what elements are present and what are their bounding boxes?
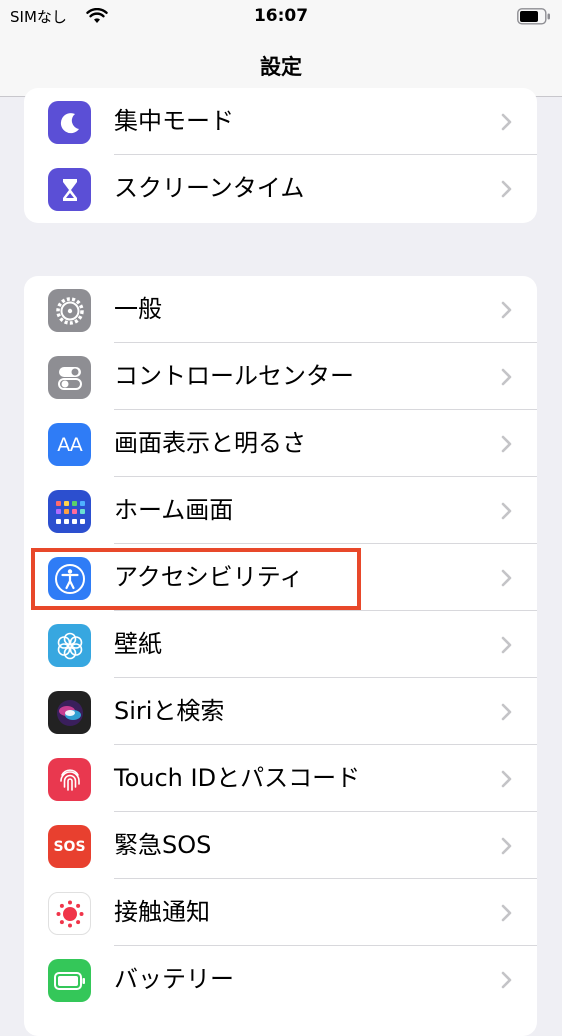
settings-row-label: スクリーンタイム bbox=[114, 174, 305, 202]
settings-row-home-screen[interactable]: ホーム画面 bbox=[24, 477, 537, 544]
toggles-icon bbox=[48, 356, 91, 399]
battery-icon bbox=[517, 8, 550, 25]
settings-row-label: 集中モード bbox=[114, 107, 234, 135]
chevron-right-icon bbox=[501, 113, 512, 131]
settings-group-main: 一般 コントロールセンター AA 画面表示と明るさ ホーム画面 アクセシビリティ… bbox=[24, 276, 537, 1036]
battery-setting-icon bbox=[48, 959, 91, 1002]
settings-row-accessibility[interactable]: アクセシビリティ bbox=[24, 544, 537, 611]
exposure-icon bbox=[48, 892, 91, 935]
settings-row-label: アクセシビリティ bbox=[114, 563, 304, 591]
chevron-right-icon bbox=[501, 971, 512, 989]
settings-row-siri[interactable]: Siriと検索 bbox=[24, 678, 537, 745]
home-grid-icon bbox=[48, 490, 91, 533]
settings-row-general[interactable]: 一般 bbox=[24, 276, 537, 343]
moon-icon bbox=[48, 101, 91, 144]
chevron-right-icon bbox=[501, 301, 512, 319]
settings-row-wallpaper[interactable]: 壁紙 bbox=[24, 611, 537, 678]
chevron-right-icon bbox=[501, 636, 512, 654]
text-size-icon: AA bbox=[48, 423, 91, 466]
page-title: 設定 bbox=[260, 55, 302, 79]
settings-row-label: 接触通知 bbox=[114, 898, 210, 926]
status-bar: SIMなし 16:07 bbox=[0, 0, 562, 34]
sos-icon: SOS bbox=[48, 825, 91, 868]
clock: 16:07 bbox=[253, 6, 309, 26]
chevron-right-icon bbox=[501, 703, 512, 721]
settings-row-control-center[interactable]: コントロールセンター bbox=[24, 343, 537, 410]
settings-row-label: コントロールセンター bbox=[114, 362, 354, 390]
accessibility-icon bbox=[48, 557, 91, 600]
settings-row-exposure[interactable]: 接触通知 bbox=[24, 879, 537, 946]
settings-row-focus[interactable]: 集中モード bbox=[24, 88, 537, 155]
hourglass-icon bbox=[48, 168, 91, 211]
chevron-right-icon bbox=[501, 837, 512, 855]
settings-row-label: Siriと検索 bbox=[114, 697, 225, 725]
settings-row-display[interactable]: AA 画面表示と明るさ bbox=[24, 410, 537, 477]
fingerprint-icon bbox=[48, 758, 91, 801]
gear-icon bbox=[48, 289, 91, 332]
settings-row-label: 緊急SOS bbox=[114, 831, 212, 859]
chevron-right-icon bbox=[501, 502, 512, 520]
settings-row-label: 一般 bbox=[114, 295, 162, 323]
flower-icon bbox=[48, 624, 91, 667]
settings-row-label: ホーム画面 bbox=[114, 496, 234, 524]
siri-icon bbox=[48, 691, 91, 734]
settings-row-touch-id[interactable]: Touch IDとパスコード bbox=[24, 745, 537, 812]
chevron-right-icon bbox=[501, 435, 512, 453]
settings-row-label: 壁紙 bbox=[114, 630, 162, 658]
chevron-right-icon bbox=[501, 180, 512, 198]
chevron-right-icon bbox=[501, 904, 512, 922]
settings-row-label: Touch IDとパスコード bbox=[114, 764, 361, 792]
settings-row-label: バッテリー bbox=[114, 965, 234, 993]
chevron-right-icon bbox=[501, 368, 512, 386]
settings-group-focus: 集中モード スクリーンタイム bbox=[24, 88, 537, 223]
settings-row-label: 画面表示と明るさ bbox=[114, 429, 306, 457]
settings-row-screen-time[interactable]: スクリーンタイム bbox=[24, 155, 537, 222]
settings-row-battery[interactable]: バッテリー bbox=[24, 946, 537, 1013]
settings-row-emergency-sos[interactable]: SOS 緊急SOS bbox=[24, 812, 537, 879]
chevron-right-icon bbox=[501, 770, 512, 788]
chevron-right-icon bbox=[501, 569, 512, 587]
